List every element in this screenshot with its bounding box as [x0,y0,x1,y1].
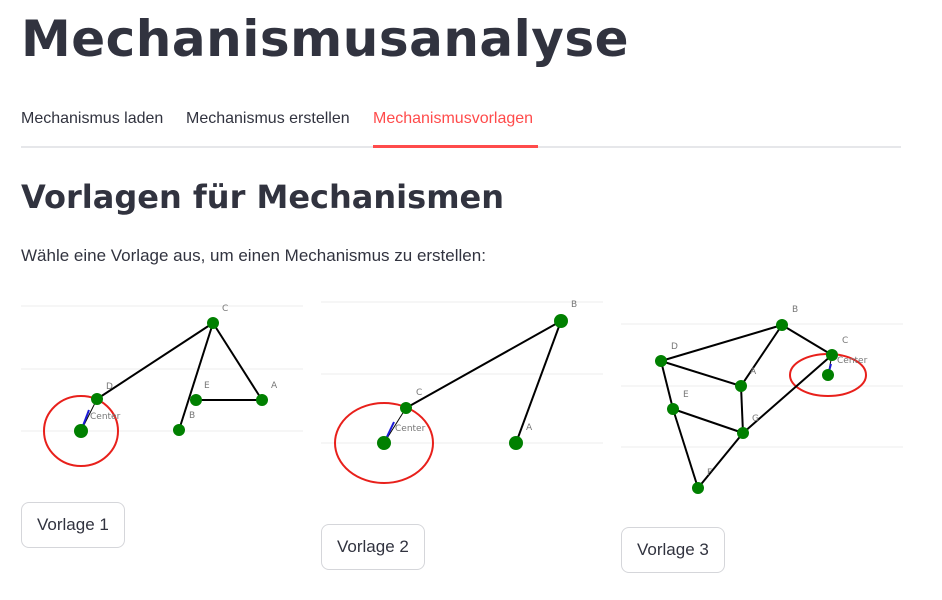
template-1-plot: Center C D E B A [21,304,303,467]
link-e-g [672,408,744,434]
link-b-a [515,320,562,444]
joint-center [74,424,88,438]
joint-label-b: B [189,411,195,421]
joint-label-d: D [671,342,678,352]
template-2-card: Center C B A [321,290,603,505]
joint-label-e: E [204,381,210,391]
joint-label-c: C [416,388,422,398]
joint-label-g: G [752,414,759,424]
link-b-c [405,320,562,409]
tab-mechanismus-laden[interactable]: Mechanismus laden [21,110,163,128]
joint-label-f: F [707,468,712,478]
joint-e [667,403,679,415]
template-2-button[interactable]: Vorlage 2 [321,524,425,570]
template-2-plot: Center C B A [321,300,603,484]
section-title: Vorlagen für Mechanismen [21,178,505,216]
center-label: Center [837,356,868,366]
link-g-f [697,432,744,489]
joint-label-a: A [526,423,533,433]
tab-mechanismusvorlagen[interactable]: Mechanismusvorlagen [373,110,533,128]
link-c-d [96,322,214,400]
section-intro: Wähle eine Vorlage aus, um einen Mechani… [21,246,486,265]
template-3-button[interactable]: Vorlage 3 [621,527,725,573]
joint-b [173,424,185,436]
link-a-g [740,385,744,434]
joint-label-b: B [571,300,577,310]
joint-c [400,402,412,414]
link-c-a [212,322,263,401]
joint-label-a: A [750,367,757,377]
link-d-e [660,360,674,410]
tab-mechanismus-erstellen[interactable]: Mechanismus erstellen [186,110,350,128]
joint-label-c: C [222,304,228,314]
template-1-card: Center C D E B A [21,290,303,480]
template-1-button[interactable]: Vorlage 1 [21,502,125,548]
joint-label-e: E [683,390,689,400]
joint-label-b: B [792,305,798,315]
joint-d [91,393,103,405]
link-d-b [660,324,783,362]
joint-e [190,394,202,406]
center-label: Center [90,412,121,422]
joint-a [509,436,523,450]
tab-bar: Mechanismus laden Mechanismus erstellen … [21,100,901,148]
joint-a [256,394,268,406]
template-3-plot: Center B C D A E G F [621,305,903,494]
link-c-b [178,322,214,431]
link-d-a [660,360,742,387]
joint-c [207,317,219,329]
joint-g [737,427,749,439]
link-b-a [740,324,783,387]
joint-label-c: C [842,336,848,346]
active-tab-indicator [373,145,538,148]
joint-a [735,380,747,392]
link-e-f [672,408,699,489]
joint-d [655,355,667,367]
page-title: Mechanismusanalyse [21,10,630,68]
joint-center [822,369,834,381]
template-3-card: Center B C D A E G F [621,290,903,510]
joint-label-a: A [271,381,278,391]
joint-label-d: D [106,382,113,392]
center-label: Center [395,424,426,434]
joint-b [776,319,788,331]
joint-center [377,436,391,450]
joint-b [554,314,568,328]
joint-f [692,482,704,494]
link-b-c [781,324,833,356]
